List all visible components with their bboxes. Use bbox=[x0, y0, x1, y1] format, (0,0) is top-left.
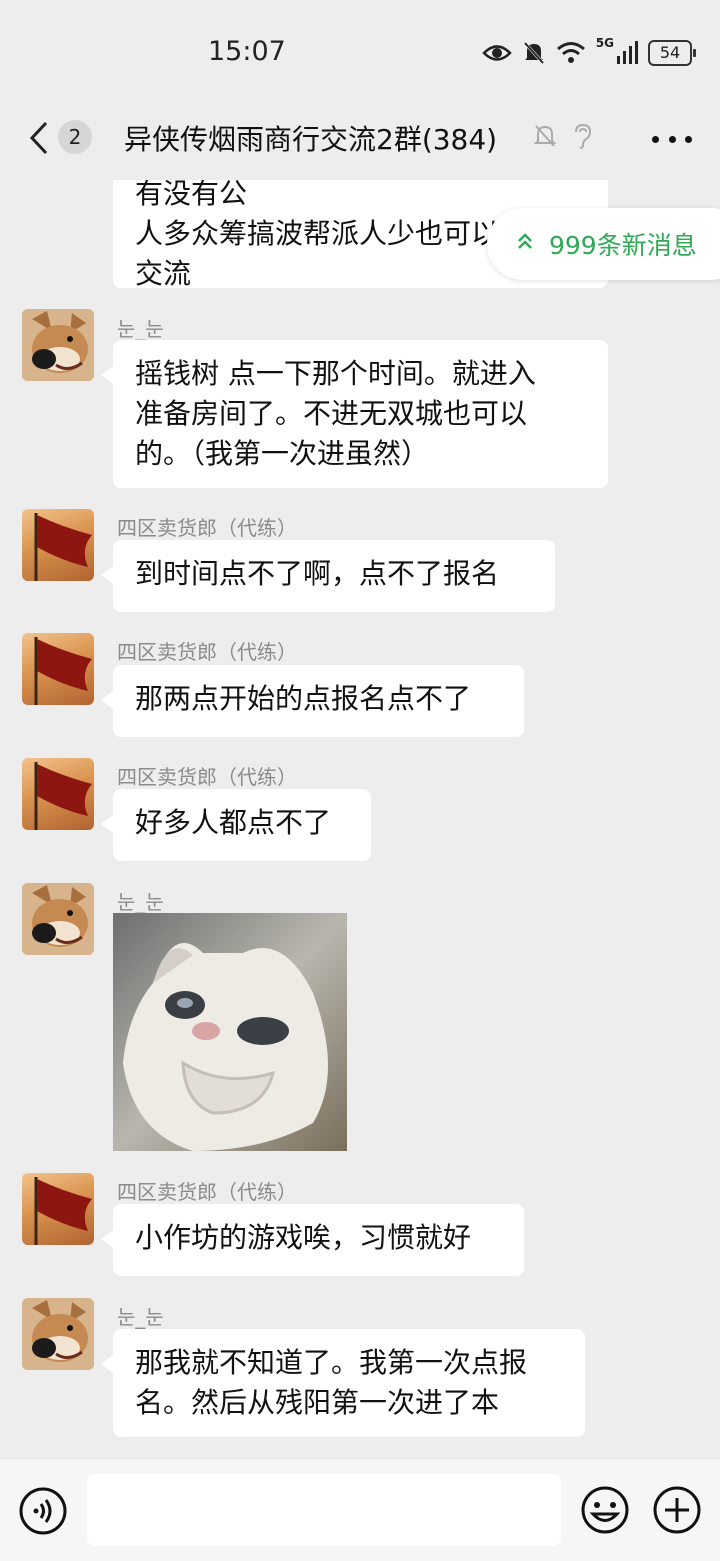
signal-icon bbox=[617, 41, 638, 64]
sender-name: 눈_눈 bbox=[117, 317, 164, 341]
flag-icon bbox=[34, 762, 92, 830]
message-input[interactable] bbox=[87, 1474, 561, 1546]
avatar[interactable] bbox=[22, 1173, 94, 1245]
avatar[interactable] bbox=[22, 309, 94, 381]
new-messages-button[interactable]: 999条新消息 bbox=[487, 208, 720, 280]
double-chevron-up-icon bbox=[518, 233, 532, 249]
avatar[interactable] bbox=[22, 758, 94, 830]
earpiece-icon bbox=[575, 123, 592, 149]
message-bubble[interactable]: 那我就不知道了。我第一次点报 名。然后从残阳第一次进了本 bbox=[101, 1329, 585, 1437]
unread-count-badge[interactable]: 2 bbox=[58, 120, 92, 154]
wifi-icon bbox=[556, 42, 585, 63]
flag-icon bbox=[34, 513, 92, 581]
crying-cat-sticker[interactable] bbox=[113, 913, 347, 1151]
message-bubble[interactable]: 好多人都点不了 bbox=[101, 789, 371, 861]
title-status-icons bbox=[532, 122, 594, 150]
input-bar bbox=[0, 1458, 720, 1561]
avatar[interactable] bbox=[22, 883, 94, 955]
flag-icon bbox=[34, 637, 92, 705]
message-line: 好多人都点不了 bbox=[135, 806, 332, 839]
dog-icon bbox=[22, 1298, 94, 1370]
chat-header: 2 异侠传烟雨商行交流2群(384) bbox=[0, 100, 720, 180]
message-line: 那两点开始的点报名点不了 bbox=[135, 682, 472, 715]
sender-name: 四区卖货郎（代练） bbox=[117, 640, 297, 664]
flag-icon bbox=[34, 1177, 92, 1245]
status-bar: 15:07 5G 54 bbox=[0, 0, 720, 100]
message-line: 到时间点不了啊，点不了报名 bbox=[135, 557, 500, 590]
back-arrow-icon[interactable] bbox=[26, 118, 56, 158]
mute-bell-icon bbox=[523, 41, 544, 65]
more-options-button[interactable] bbox=[652, 136, 692, 144]
network-label: 5G bbox=[595, 36, 614, 50]
message-bubble[interactable]: 摇钱树 点一下那个时间。就进入 准备房间了。不进无双城也可以 的。（我第一次进虽… bbox=[101, 340, 608, 488]
message-line: 小作坊的游戏唉，习惯就好 bbox=[135, 1221, 472, 1254]
message-line: 摇钱树 点一下那个时间。就进入 bbox=[135, 357, 536, 390]
sender-name: 四区卖货郎（代练） bbox=[117, 1180, 297, 1204]
message-bubble[interactable]: 到时间点不了啊，点不了报名 bbox=[101, 540, 555, 612]
avatar[interactable] bbox=[22, 509, 94, 581]
new-messages-label: 999条新消息 bbox=[549, 231, 697, 260]
dog-icon bbox=[22, 309, 94, 381]
eye-icon bbox=[482, 45, 512, 61]
muted-bell-icon bbox=[533, 125, 557, 147]
sender-name: 눈_눈 bbox=[117, 890, 164, 914]
message-line: 那我就不知道了。我第一次点报 bbox=[135, 1346, 528, 1379]
chat-message-list[interactable]: 有没有公 人多众筹搞波帮派人少也可以一起 交流 눈_눈 摇钱树 点一下那个时间。… bbox=[0, 180, 720, 1458]
dog-icon bbox=[22, 883, 94, 955]
message-line: 的。（我第一次进虽然） bbox=[135, 437, 430, 470]
group-title: 异侠传烟雨商行交流2群(384) bbox=[124, 123, 498, 156]
avatar[interactable] bbox=[22, 1298, 94, 1370]
sender-name: 四区卖货郎（代练） bbox=[117, 516, 297, 540]
message-bubble[interactable]: 那两点开始的点报名点不了 bbox=[101, 665, 524, 737]
avatar[interactable] bbox=[22, 633, 94, 705]
status-icons: 5G 54 bbox=[482, 36, 696, 70]
message-bubble[interactable]: 小作坊的游戏唉，习惯就好 bbox=[101, 1204, 524, 1276]
message-line: 名。然后从残阳第一次进了本 bbox=[135, 1386, 500, 1419]
emoji-icon[interactable] bbox=[580, 1485, 630, 1535]
status-time: 15:07 bbox=[208, 36, 286, 67]
plus-icon[interactable] bbox=[652, 1485, 702, 1535]
sender-name: 四区卖货郎（代练） bbox=[117, 765, 297, 789]
message-line: 准备房间了。不进无双城也可以 bbox=[135, 397, 528, 430]
sender-name: 눈_눈 bbox=[117, 1305, 164, 1329]
battery-icon: 54 bbox=[648, 40, 696, 66]
voice-input-icon[interactable] bbox=[19, 1487, 67, 1535]
